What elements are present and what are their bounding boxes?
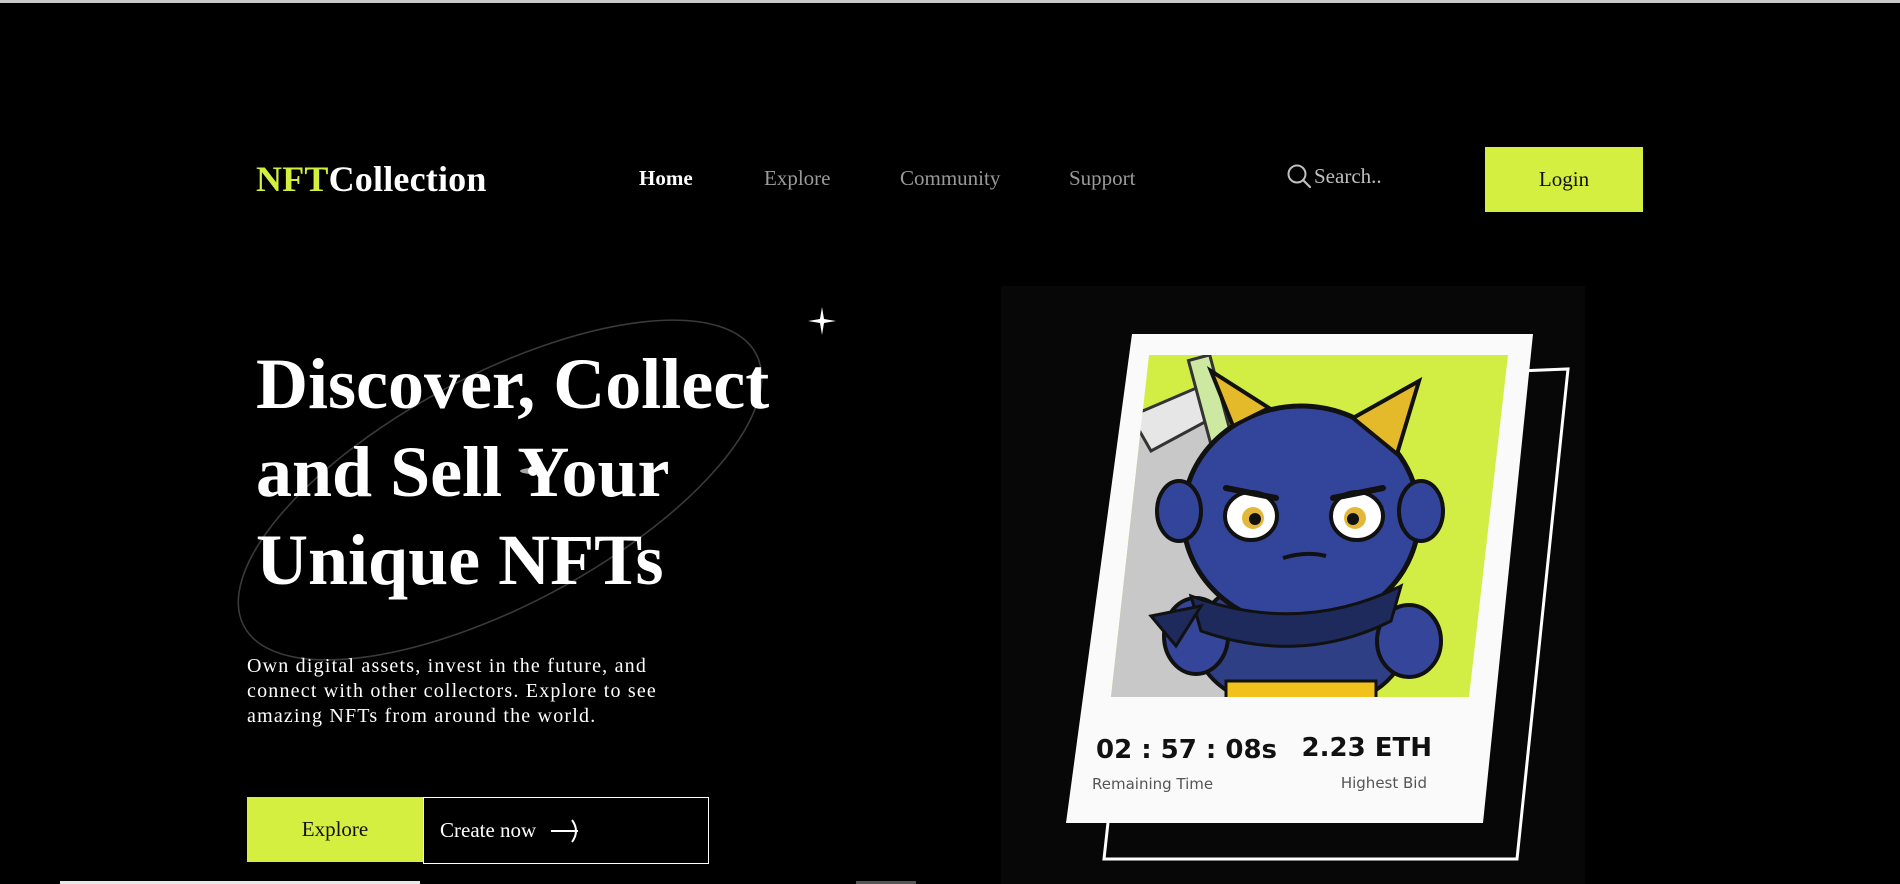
hero-title-line: Discover, Collect: [256, 344, 770, 424]
create-now-button[interactable]: Create now: [423, 797, 709, 864]
search-icon: [1287, 164, 1312, 189]
logo-text: Collection: [328, 159, 487, 199]
nft-card-panel: 02 : 57 : 08s Remaining Time 2.23 ETH Hi…: [1001, 286, 1585, 884]
hero-description-line: amazing NFTs from around the world.: [247, 705, 597, 727]
hero-description: Own digital assets, invest in the future…: [247, 654, 717, 729]
nav-explore[interactable]: Explore: [764, 166, 830, 191]
remaining-time-value: 02 : 57 : 08s: [1096, 735, 1277, 765]
arrow-right-icon: [551, 818, 579, 843]
nft-card[interactable]: 02 : 57 : 08s Remaining Time 2.23 ETH Hi…: [1001, 286, 1585, 884]
nav-home[interactable]: Home: [639, 166, 693, 191]
hero-description-line: connect with other collectors. Explore t…: [247, 680, 657, 702]
sparkle-icon: [808, 307, 836, 335]
site-logo[interactable]: NFTCollection: [256, 158, 487, 200]
search-box[interactable]: Search..: [1286, 163, 1382, 189]
explore-button[interactable]: Explore: [247, 797, 423, 862]
hero-title: Discover, Collect and Sell Your Unique N…: [256, 340, 876, 604]
nav-community[interactable]: Community: [900, 166, 1000, 191]
hero-description-line: Own digital assets, invest in the future…: [247, 655, 648, 677]
nav-support[interactable]: Support: [1069, 166, 1136, 191]
hero-title-line: Unique NFTs: [256, 520, 664, 600]
highest-bid-value: 2.23 ETH: [1302, 733, 1432, 763]
browser-top-border: [0, 0, 1900, 3]
search-placeholder[interactable]: Search..: [1314, 164, 1382, 189]
hero-title-line: and Sell Your: [256, 432, 670, 512]
logo-accent-text: NFT: [256, 159, 329, 199]
remaining-time-label: Remaining Time: [1092, 775, 1213, 793]
create-now-label: Create now: [440, 818, 537, 842]
highest-bid-label: Highest Bid: [1341, 774, 1427, 792]
login-button[interactable]: Login: [1485, 147, 1643, 212]
nft-character-illustration: [1111, 355, 1445, 697]
